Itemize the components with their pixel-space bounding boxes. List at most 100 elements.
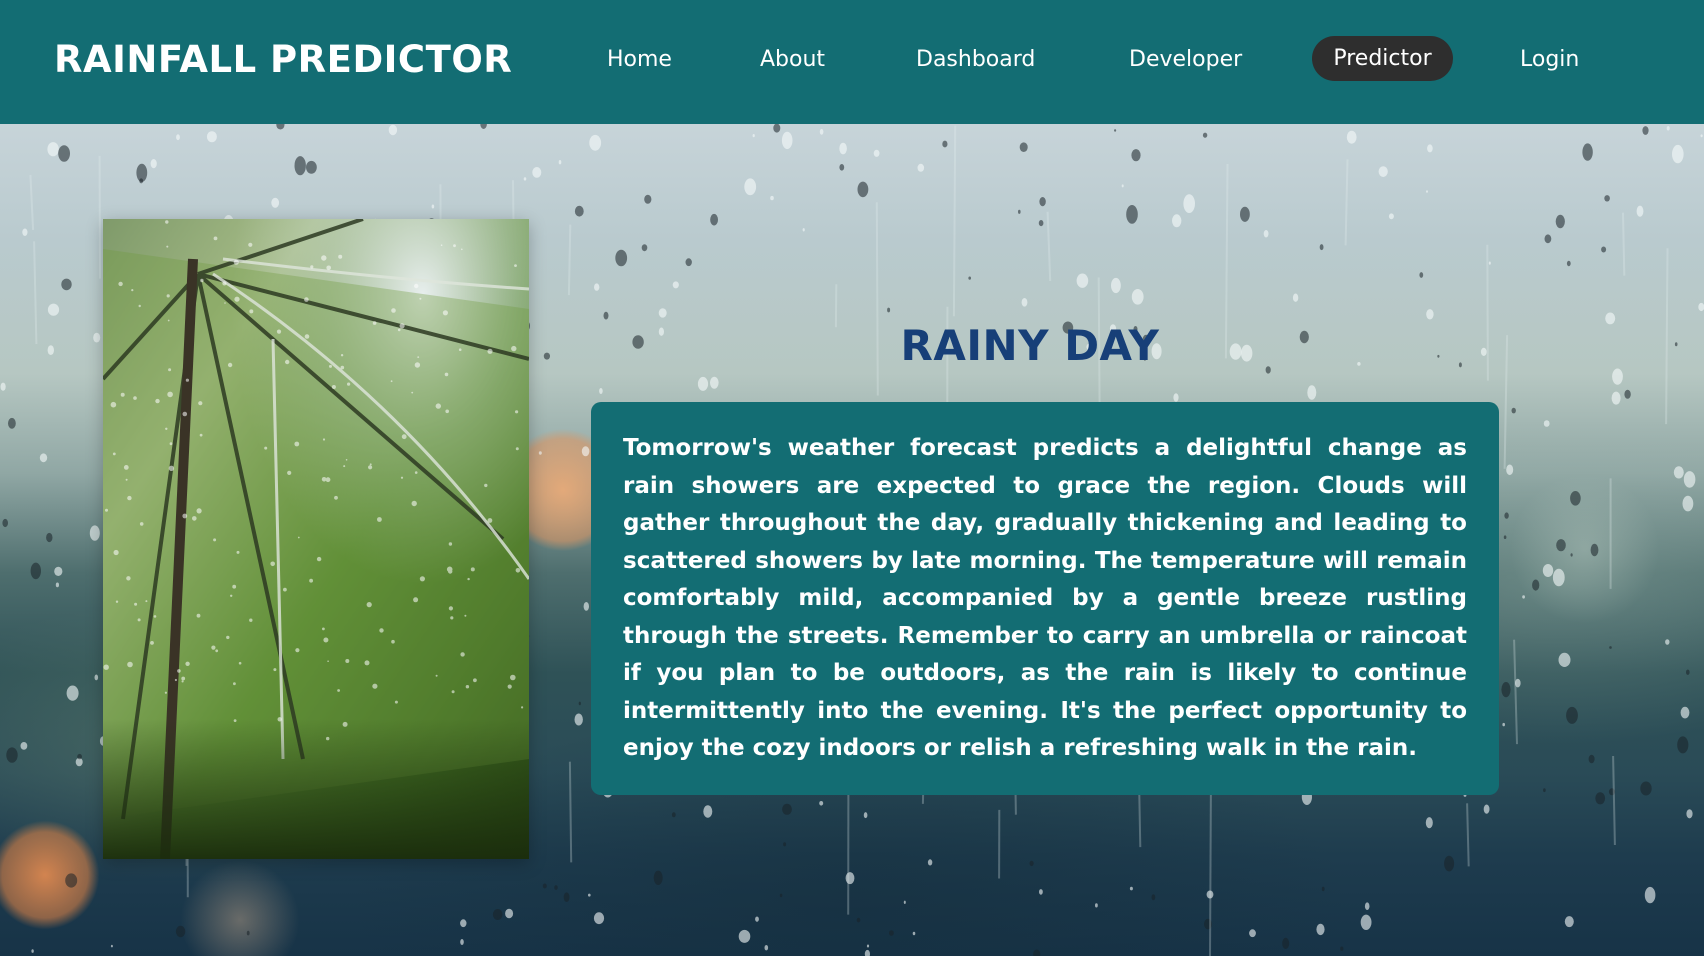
canopy-droplet [133, 396, 137, 400]
raindrop [1555, 214, 1565, 229]
raindrop [752, 134, 755, 138]
canopy-droplet [345, 659, 350, 663]
canopy-droplet [277, 717, 282, 722]
canopy-droplet [213, 236, 218, 241]
raindrop [839, 164, 845, 171]
raindrop [574, 205, 584, 217]
raindrop [927, 859, 933, 866]
raindrop [1172, 214, 1182, 228]
canopy-droplet [401, 434, 407, 440]
rain-streak [1209, 788, 1212, 956]
canopy-droplet [394, 700, 398, 704]
raindrop [1674, 342, 1678, 347]
brand-logo[interactable]: RAINFALL PREDICTOR [54, 38, 512, 81]
nav-login-link[interactable]: Login [1520, 45, 1579, 75]
raindrop [1018, 209, 1021, 214]
canopy-droplet [369, 463, 372, 466]
canopy-droplet [233, 682, 236, 686]
raindrop [615, 249, 628, 267]
raindrop [20, 742, 28, 750]
raindrop [1543, 420, 1550, 427]
raindrop [1483, 804, 1490, 814]
rain-streak [1622, 212, 1626, 276]
raindrop [685, 258, 692, 267]
canopy-droplet [238, 661, 242, 665]
raindrop [1522, 595, 1525, 599]
raindrop [554, 885, 558, 890]
raindrop [7, 417, 16, 429]
canopy-droplet [322, 627, 325, 631]
raindrop [1611, 391, 1621, 405]
canopy-droplet [342, 721, 348, 727]
raindrop [54, 566, 63, 576]
nav-home-link[interactable]: Home [607, 45, 672, 75]
canopy-droplet [445, 409, 450, 414]
canopy-droplet [167, 319, 170, 322]
canopy-droplet [515, 447, 519, 451]
raindrop [819, 128, 824, 135]
canopy-droplet [226, 635, 230, 640]
canopy-droplet [249, 309, 254, 314]
raindrop [1357, 362, 1361, 366]
raindrop [1636, 205, 1644, 217]
raindrop [738, 929, 751, 943]
nav-developer-link[interactable]: Developer [1129, 45, 1242, 75]
raindrop [1263, 230, 1269, 238]
canopy-droplet [329, 364, 332, 368]
raindrop [1582, 143, 1593, 161]
raindrop [1570, 491, 1581, 506]
raindrop [1029, 860, 1034, 867]
raindrop [1321, 886, 1325, 892]
page-title: RAINY DAY [900, 321, 1160, 371]
canopy-droplet [125, 478, 128, 481]
raindrop [632, 335, 644, 349]
canopy-droplet [185, 378, 189, 382]
raindrop [61, 278, 72, 291]
canopy-droplet [137, 618, 141, 622]
nav-predictor-link-active[interactable]: Predictor [1312, 36, 1453, 81]
raindrop [1532, 579, 1540, 591]
forecast-card: Tomorrow's weather forecast predicts a d… [591, 402, 1499, 795]
raindrop [1544, 234, 1552, 244]
raindrop [532, 167, 542, 178]
canopy-droplet [419, 297, 422, 300]
canopy-droplet [460, 652, 465, 657]
raindrop [150, 159, 157, 169]
raindrop [1624, 389, 1631, 399]
raindrop [593, 912, 605, 925]
canopy-droplet [105, 508, 108, 512]
raindrop [779, 893, 783, 898]
rain-streak [1503, 335, 1509, 469]
canopy-droplet [448, 569, 453, 574]
raindrop [1039, 889, 1043, 895]
rain-streak [1486, 244, 1489, 381]
canopy-droplet [169, 442, 173, 446]
raindrop [1121, 184, 1124, 188]
raindrop [1542, 564, 1554, 577]
canopy-droplet [451, 690, 455, 694]
raindrop [1504, 512, 1509, 519]
canopy-droplet [322, 438, 326, 441]
raindrop [1686, 669, 1690, 675]
raindrop [857, 181, 869, 198]
canopy-droplet [435, 674, 438, 677]
canopy-droplet [131, 289, 134, 292]
canopy-droplet [126, 576, 131, 581]
raindrop [1129, 886, 1133, 891]
canopy-droplet [337, 689, 340, 692]
canopy-droplet [417, 356, 420, 358]
canopy-droplet [419, 576, 425, 582]
canopy-droplet [321, 477, 327, 482]
raindrop [1340, 946, 1344, 951]
raindrop [542, 883, 547, 889]
rain-streak [1513, 639, 1518, 745]
raindrop [89, 525, 100, 541]
rain-streak [1344, 159, 1349, 246]
raindrop [1566, 260, 1571, 267]
nav-dashboard-link[interactable]: Dashboard [916, 45, 1035, 75]
raindrop [1506, 464, 1514, 476]
canopy-droplet [295, 648, 300, 653]
raindrop [460, 919, 467, 928]
raindrop [1698, 302, 1704, 312]
nav-about-link[interactable]: About [760, 45, 825, 75]
